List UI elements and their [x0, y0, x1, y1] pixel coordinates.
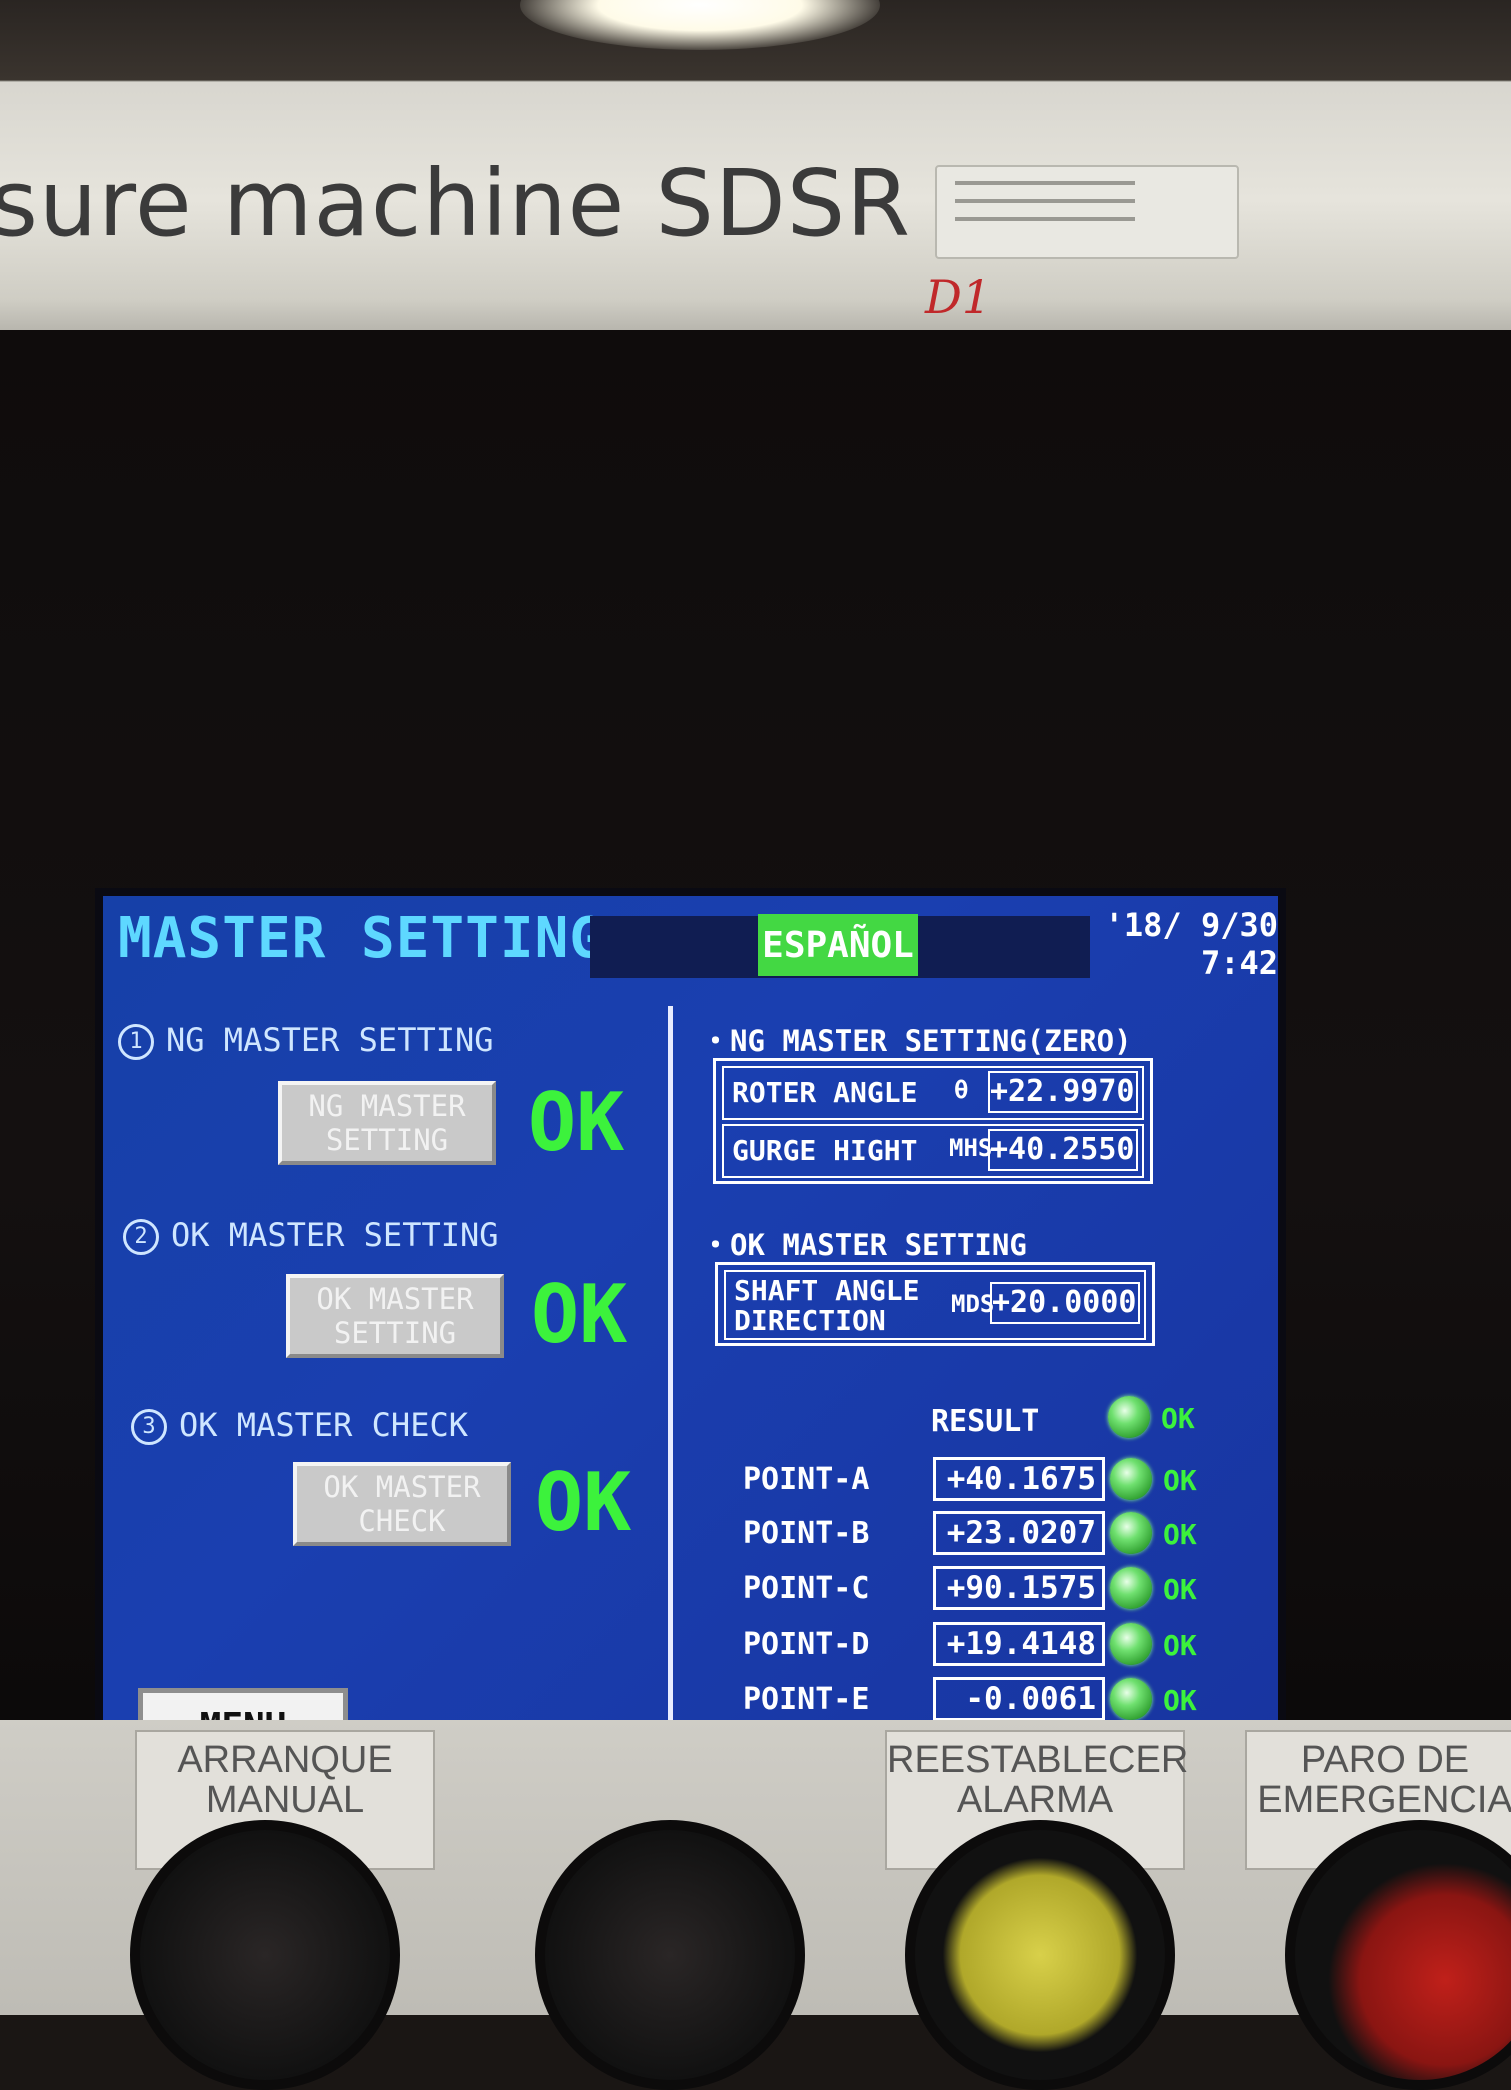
param-symbol: MHS [949, 1134, 993, 1162]
param-row-shaft-angle: SHAFT ANGLE DIRECTION MDS +20.0000 [724, 1270, 1146, 1340]
page-title: MASTER SETTING [118, 906, 605, 971]
control-panel: ARRANQUE MANUAL REESTABLECER ALARMA PARO… [0, 1720, 1511, 2090]
language-button[interactable]: ESPAÑOL [758, 914, 918, 976]
machine-housing: sure machine SDSR D1 [0, 0, 1511, 330]
ok-master-check-button[interactable]: OK MASTER CHECK [293, 1462, 511, 1546]
param-name: SHAFT ANGLE DIRECTION [734, 1274, 920, 1337]
point-a-lamp-icon [1110, 1458, 1152, 1500]
nameplate [935, 165, 1239, 259]
ok-master-setting-button[interactable]: OK MASTER SETTING [286, 1274, 504, 1358]
result-label: RESULT [931, 1404, 1040, 1439]
param-value: +22.9970 [988, 1071, 1138, 1113]
point-d-status: OK [1163, 1629, 1197, 1662]
point-e-label: POINT-E [743, 1682, 870, 1717]
ok-master-setting-button-label: OK MASTER SETTING [316, 1282, 474, 1350]
step-2-number: 2 [123, 1219, 159, 1255]
step-2-label: 2 OK MASTER SETTING [123, 1216, 499, 1255]
param-value: +40.2550 [988, 1129, 1138, 1171]
point-c-label: POINT-C [743, 1571, 870, 1606]
step-3-status: OK [535, 1456, 632, 1549]
time-text: 7:42 [1200, 944, 1278, 982]
ok-params-box: SHAFT ANGLE DIRECTION MDS +20.0000 [715, 1262, 1155, 1346]
step-3-label: 3 OK MASTER CHECK [131, 1406, 468, 1445]
column-divider [668, 1006, 673, 1736]
ng-params-box: ROTER ANGLE θ +22.9970 GURGE HIGHT MHS +… [713, 1058, 1153, 1184]
ng-master-setting-button-label: NG MASTER SETTING [308, 1089, 466, 1157]
point-e-status: OK [1163, 1684, 1197, 1717]
point-b-status: OK [1163, 1518, 1197, 1551]
datetime-display: '18/ 9/30 7:42 [1078, 906, 1278, 982]
point-a-label: POINT-A [743, 1462, 870, 1497]
ok-section-title: ・OK MASTER SETTING [701, 1228, 1027, 1262]
blank-pushbutton[interactable] [535, 1820, 805, 2090]
param-row-roter-angle: ROTER ANGLE θ +22.9970 [722, 1066, 1144, 1120]
ok-master-check-button-label: OK MASTER CHECK [323, 1470, 481, 1538]
point-a-value: +40.1675 [933, 1457, 1105, 1501]
point-b-value: +23.0207 [933, 1511, 1105, 1555]
param-name: ROTER ANGLE [732, 1076, 918, 1109]
step-3-text: OK MASTER CHECK [179, 1406, 468, 1444]
point-e-lamp-icon [1110, 1678, 1152, 1720]
param-symbol: θ [954, 1076, 969, 1104]
point-a-status: OK [1163, 1464, 1197, 1497]
param-symbol: MDS [951, 1290, 995, 1318]
result-status: OK [1161, 1402, 1195, 1435]
hmi-screen: MASTER SETTING ESPAÑOL '18/ 9/30 7:42 1N… [95, 888, 1286, 1792]
step-1-status: OK [528, 1076, 625, 1169]
point-e-value: -0.0061 [933, 1677, 1105, 1721]
point-d-value: +19.4148 [933, 1622, 1105, 1666]
param-name: GURGE HIGHT [732, 1134, 918, 1167]
point-d-label: POINT-D [743, 1627, 870, 1662]
point-b-label: POINT-B [743, 1516, 870, 1551]
step-1-number: 1 [118, 1024, 154, 1060]
point-d-lamp-icon [1110, 1623, 1152, 1665]
alarm-reset-pushbutton[interactable] [905, 1820, 1175, 2090]
overhead-light [520, 0, 880, 50]
result-lamp-icon [1108, 1396, 1150, 1438]
step-1-text: NG MASTER SETTING [166, 1021, 494, 1059]
step-3-number: 3 [131, 1409, 167, 1445]
point-c-value: +90.1575 [933, 1566, 1105, 1610]
machine-label: sure machine SDSR [0, 150, 912, 257]
ng-master-setting-button[interactable]: NG MASTER SETTING [278, 1081, 496, 1165]
point-c-status: OK [1163, 1573, 1197, 1606]
ng-section-title: ・NG MASTER SETTING(ZERO) [701, 1024, 1132, 1058]
step-1-label: 1 NG MASTER SETTING [118, 1021, 494, 1060]
marker-annotation: D1 [925, 270, 992, 324]
date-text: '18/ 9/30 [1104, 906, 1278, 944]
manual-start-pushbutton[interactable] [130, 1820, 400, 2090]
screen-bezel: MASTER SETTING ESPAÑOL '18/ 9/30 7:42 1N… [0, 330, 1511, 1792]
step-2-text: OK MASTER SETTING [171, 1216, 499, 1254]
step-2-status: OK [531, 1268, 628, 1361]
point-b-lamp-icon [1110, 1512, 1152, 1554]
point-c-lamp-icon [1110, 1567, 1152, 1609]
param-value: +20.0000 [990, 1282, 1140, 1324]
param-row-gurge-hight: GURGE HIGHT MHS +40.2550 [722, 1124, 1144, 1178]
